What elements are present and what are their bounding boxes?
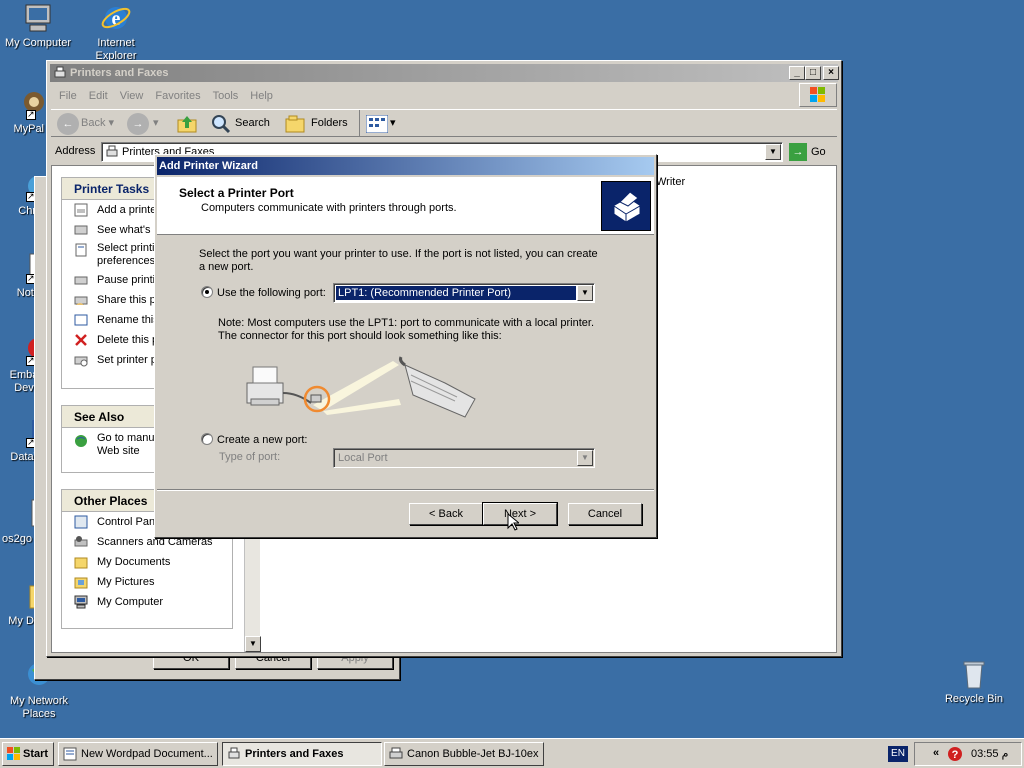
share-icon (74, 293, 89, 307)
place-my-documents[interactable]: My Documents (62, 552, 232, 572)
port-select-value: LPT1: (Recommended Printer Port) (336, 286, 576, 300)
printer-item-label[interactable]: Writer (656, 176, 685, 188)
mypal-icon (14, 88, 46, 121)
menu-view[interactable]: View (114, 87, 150, 105)
print-queue-icon (74, 223, 89, 237)
recycle-bin-icon (958, 658, 990, 690)
taskbar: Start New Wordpad Document... Printers a… (0, 738, 1024, 768)
close-button[interactable]: × (823, 66, 839, 80)
back-button[interactable]: ← Back ▾ (55, 110, 114, 136)
next-button[interactable]: Next > (482, 502, 558, 526)
show-hidden-icons-button[interactable]: « (933, 747, 939, 759)
desktop-icon-label: My Computer (4, 37, 72, 49)
taskbar-item-wordpad[interactable]: New Wordpad Document... (58, 742, 218, 766)
address-dropdown-button[interactable]: ▼ (765, 144, 781, 160)
type-of-port-select[interactable]: Local Port ▼ (333, 448, 595, 468)
delete-icon (74, 333, 89, 347)
standard-toolbar: ← Back ▾ → ▾ Search Folders ▾ (51, 109, 837, 137)
use-following-port-radio[interactable] (201, 286, 213, 298)
pictures-folder-icon (74, 575, 89, 589)
language-indicator[interactable]: EN (888, 746, 908, 762)
back-button[interactable]: < Back (409, 503, 483, 525)
desktop-icon-label: Recycle Bin (944, 693, 1004, 705)
address-label: Address (55, 145, 96, 157)
pause-printer-icon (74, 273, 89, 287)
windows-logo-icon (799, 83, 837, 107)
desktop-icon-label: My Network Places (9, 695, 69, 720)
wizard-title: Add Printer Wizard (159, 160, 258, 172)
search-button[interactable]: Search (209, 110, 270, 136)
menu-favorites[interactable]: Favorites (149, 87, 206, 105)
lpt-connector-illustration (243, 355, 483, 421)
port-select-dropdown-button[interactable]: ▼ (577, 285, 593, 301)
start-button[interactable]: Start (2, 742, 54, 766)
taskbar-item-printers-faxes[interactable]: Printers and Faxes (222, 742, 382, 766)
clock[interactable]: 03:55 م (971, 747, 1008, 760)
wizard-separator (157, 489, 654, 491)
printer-properties-icon (74, 353, 89, 367)
desktop-icon-recycle-bin[interactable]: Recycle Bin (936, 658, 1012, 706)
printer-wizard-icon (601, 181, 651, 231)
internet-explorer-icon: e (100, 2, 132, 34)
shortcut-arrow-icon (26, 108, 36, 121)
folder-icon (74, 555, 89, 569)
scanner-camera-icon (74, 535, 89, 549)
back-arrow-icon: ← (57, 113, 79, 135)
rename-icon (74, 313, 89, 327)
menu-file[interactable]: File (53, 87, 83, 105)
menu-edit[interactable]: Edit (83, 87, 114, 105)
place-my-pictures[interactable]: My Pictures (62, 572, 232, 592)
minimize-button[interactable]: _ (789, 66, 805, 80)
type-of-port-value: Local Port (338, 452, 388, 464)
add-printer-icon (74, 203, 89, 217)
my-computer-icon (74, 595, 89, 609)
maximize-button[interactable]: □ (805, 66, 821, 80)
preferences-icon (74, 243, 89, 257)
type-of-port-label: Type of port: (219, 451, 281, 463)
mouse-cursor-icon (507, 512, 521, 534)
type-of-port-dropdown-button[interactable]: ▼ (577, 450, 593, 466)
up-folder-button[interactable] (175, 110, 199, 136)
system-tray: « ? 03:55 م (914, 742, 1022, 766)
network-help-icon[interactable]: ? (947, 746, 963, 765)
port-select[interactable]: LPT1: (Recommended Printer Port) ▼ (333, 283, 595, 303)
printer-folder-icon (227, 747, 241, 761)
control-panel-icon (74, 515, 89, 529)
printer-folder-icon (105, 145, 119, 162)
windows-logo-icon (7, 747, 21, 761)
go-button[interactable]: → Go (787, 142, 831, 162)
menu-bar: File Edit View Favorites Tools Help (53, 87, 279, 105)
my-computer-icon (22, 2, 54, 34)
place-my-computer[interactable]: My Computer (62, 592, 232, 612)
explorer-titlebar[interactable]: Printers and Faxes (50, 64, 838, 82)
cancel-button[interactable]: Cancel (568, 503, 642, 525)
scroll-down-button[interactable]: ▼ (245, 636, 261, 652)
menu-help[interactable]: Help (244, 87, 279, 105)
desktop-icon-internet-explorer[interactable]: e Internet Explorer (78, 2, 154, 63)
wizard-header-subtitle: Computers communicate with printers thro… (201, 202, 457, 214)
add-printer-wizard-dialog: Add Printer Wizard Select a Printer Port… (154, 154, 657, 538)
taskbar-item-canon-printer[interactable]: Canon Bubble-Jet BJ-10ex (384, 742, 544, 766)
wizard-intro-text: Select the port you want your printer to… (199, 248, 598, 273)
wizard-header: Select a Printer Port Computers communic… (157, 177, 654, 235)
wizard-titlebar[interactable]: Add Printer Wizard (157, 157, 654, 175)
printer-folder-icon (53, 66, 67, 80)
create-new-port-radio[interactable] (201, 433, 213, 445)
globe-icon (74, 434, 89, 448)
wordpad-icon (63, 747, 77, 761)
create-new-port-label[interactable]: Create a new port: (217, 434, 308, 446)
use-following-port-label[interactable]: Use the following port: (217, 287, 326, 299)
window-title: Printers and Faxes (70, 67, 169, 79)
folders-button[interactable]: Folders (283, 110, 348, 136)
port-note-text: Note: Most computers use the LPT1: port … (218, 317, 595, 342)
go-arrow-icon: → (789, 143, 807, 161)
wizard-header-title: Select a Printer Port (179, 186, 294, 200)
menu-tools[interactable]: Tools (207, 87, 245, 105)
forward-arrow-icon: → (127, 113, 149, 135)
desktop-icon-my-computer[interactable]: My Computer (0, 2, 76, 50)
printer-icon (389, 747, 403, 761)
views-button[interactable]: ▾ (359, 110, 396, 136)
svg-text:?: ? (952, 749, 959, 761)
